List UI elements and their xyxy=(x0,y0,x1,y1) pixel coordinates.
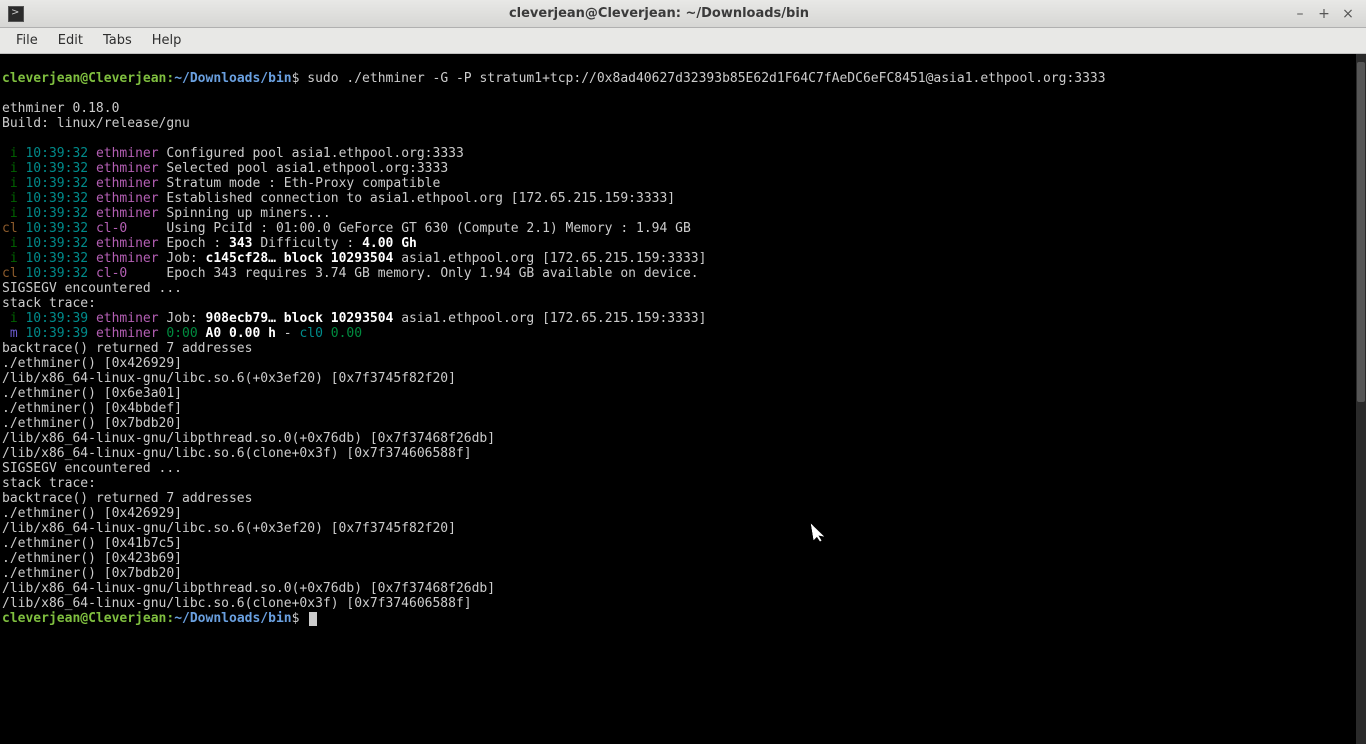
sigsegv-line: SIGSEGV encountered ... xyxy=(2,281,182,296)
window-close-button[interactable]: × xyxy=(1338,4,1358,24)
terminal-cursor xyxy=(309,612,317,626)
trace-line: ./ethminer() [0x423b69] xyxy=(2,551,182,566)
log-line: i 10:39:32 ethminer Job: c145cf28… block… xyxy=(2,251,706,266)
trace-line: ./ethminer() [0x7bdb20] xyxy=(2,566,182,581)
log-line: i 10:39:32 ethminer Stratum mode : Eth-P… xyxy=(2,176,440,191)
stat-line: m 10:39:39 ethminer 0:00 A0 0.00 h - cl0… xyxy=(2,326,362,341)
trace-line: backtrace() returned 7 addresses xyxy=(2,491,252,506)
command-input: sudo ./ethminer -G -P stratum1+tcp://0x8… xyxy=(307,71,1105,86)
menu-tabs[interactable]: Tabs xyxy=(93,30,142,51)
prompt-path-2: ~/Downloads/bin xyxy=(174,611,291,626)
trace-line: /lib/x86_64-linux-gnu/libc.so.6(+0x3ef20… xyxy=(2,371,456,386)
prompt-user: cleverjean@Cleverjean xyxy=(2,71,166,86)
prompt-path: ~/Downloads/bin xyxy=(174,71,291,86)
log-line: i 10:39:32 ethminer Epoch : 343 Difficul… xyxy=(2,236,417,251)
trace-line: ./ethminer() [0x6e3a01] xyxy=(2,386,182,401)
trace-line: /lib/x86_64-linux-gnu/libpthread.so.0(+0… xyxy=(2,581,495,596)
window-titlebar: cleverjean@Cleverjean: ~/Downloads/bin –… xyxy=(0,0,1366,28)
stacktrace-line: stack trace: xyxy=(2,296,96,311)
terminal-viewport[interactable]: cleverjean@Cleverjean:~/Downloads/bin$ s… xyxy=(0,54,1366,744)
window-title: cleverjean@Cleverjean: ~/Downloads/bin xyxy=(32,6,1286,21)
header-line2: Build: linux/release/gnu xyxy=(2,116,190,131)
trace-line: ./ethminer() [0x41b7c5] xyxy=(2,536,182,551)
log-line: cl 10:39:32 cl-0 Epoch 343 requires 3.74… xyxy=(2,266,699,281)
trace-line: ./ethminer() [0x7bdb20] xyxy=(2,416,182,431)
trace-line: /lib/x86_64-linux-gnu/libc.so.6(clone+0x… xyxy=(2,446,472,461)
menu-file[interactable]: File xyxy=(6,30,48,51)
menu-help[interactable]: Help xyxy=(142,30,192,51)
prompt-user-2: cleverjean@Cleverjean xyxy=(2,611,166,626)
log-line: i 10:39:32 ethminer Selected pool asia1.… xyxy=(2,161,448,176)
prompt-dollar: $ xyxy=(292,71,300,86)
log-line: i 10:39:32 ethminer Configured pool asia… xyxy=(2,146,464,161)
trace-line: ./ethminer() [0x426929] xyxy=(2,506,182,521)
terminal-app-icon xyxy=(8,6,24,22)
window-minimize-button[interactable]: – xyxy=(1290,4,1310,24)
trace-line: ./ethminer() [0x426929] xyxy=(2,356,182,371)
trace-line: /lib/x86_64-linux-gnu/libpthread.so.0(+0… xyxy=(2,431,495,446)
log-line: i 10:39:39 ethminer Job: 908ecb79… block… xyxy=(2,311,706,326)
log-line: i 10:39:32 ethminer Spinning up miners..… xyxy=(2,206,331,221)
menu-bar: File Edit Tabs Help xyxy=(0,28,1366,54)
trace-line: SIGSEGV encountered ... xyxy=(2,461,182,476)
terminal-scrollbar[interactable] xyxy=(1356,54,1366,744)
log-line: cl 10:39:32 cl-0 Using PciId : 01:00.0 G… xyxy=(2,221,691,236)
trace-line: stack trace: xyxy=(2,476,96,491)
log-line: i 10:39:32 ethminer Established connecti… xyxy=(2,191,675,206)
menu-edit[interactable]: Edit xyxy=(48,30,93,51)
trace-line: /lib/x86_64-linux-gnu/libc.so.6(+0x3ef20… xyxy=(2,521,456,536)
header-line1: ethminer 0.18.0 xyxy=(2,101,119,116)
trace-line: backtrace() returned 7 addresses xyxy=(2,341,252,356)
scrollbar-thumb[interactable] xyxy=(1357,62,1365,402)
window-maximize-button[interactable]: + xyxy=(1314,4,1334,24)
trace-line: ./ethminer() [0x4bbdef] xyxy=(2,401,182,416)
trace-line: /lib/x86_64-linux-gnu/libc.so.6(clone+0x… xyxy=(2,596,472,611)
